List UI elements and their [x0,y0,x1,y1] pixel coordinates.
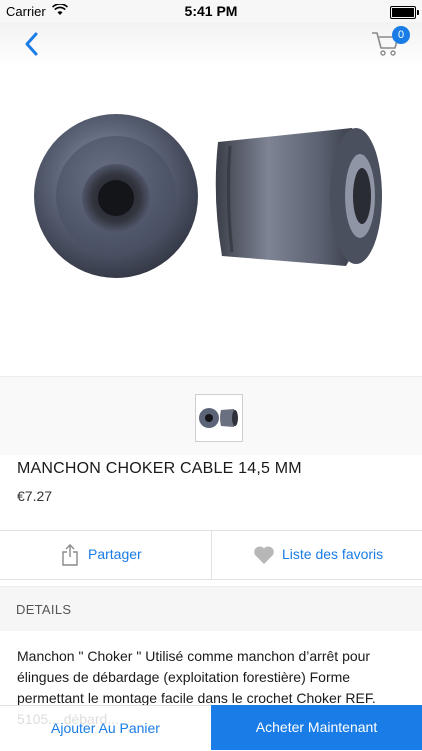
share-label: Partager [88,546,142,562]
buy-now-button[interactable]: Acheter Maintenant [211,705,422,750]
share-button[interactable]: Partager [0,531,211,579]
product-image [0,76,422,370]
product-thumbnail[interactable] [195,394,243,442]
share-icon [62,544,78,571]
battery-icon [390,6,419,19]
add-to-cart-button[interactable]: Ajouter Au Panier [0,705,211,751]
back-button[interactable] [20,30,44,58]
product-title: MANCHON CHOKER CABLE 14,5 MM [17,460,302,477]
heart-icon [253,545,275,570]
status-bar: Carrier 5:41 PM [0,0,422,22]
bottom-bar: Ajouter Au Panier Acheter Maintenant [0,705,422,751]
cart-count-badge: 0 [392,26,410,44]
favorites-label: Liste des favoris [282,546,384,562]
clock: 5:41 PM [184,3,238,19]
details-header-label: DETAILS [16,602,72,617]
nav-bar: 0 [0,22,422,66]
favorites-button[interactable]: Liste des favoris [212,531,422,579]
thumbnail-strip [0,376,422,455]
details-header: DETAILS [0,586,422,631]
chevron-left-icon [25,32,38,56]
cart-button[interactable]: 0 [370,26,410,60]
product-price: €7.27 [17,488,53,504]
action-row: Partager Liste des favoris [0,530,422,580]
